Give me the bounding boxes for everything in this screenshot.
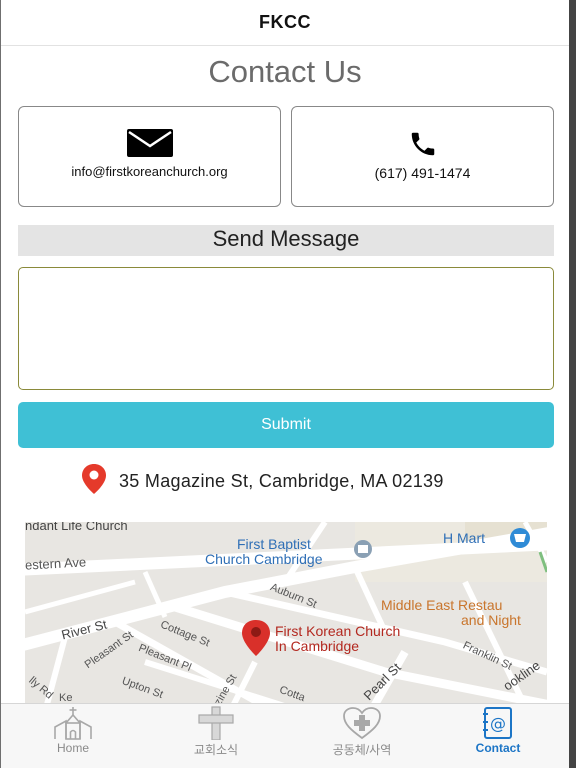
submit-button[interactable]: Submit [18,402,554,448]
address-text: 35 Magazine St, Cambridge, MA 02139 [119,470,444,491]
app-title: FKCC [259,12,311,32]
map-view[interactable]: ndant Life Church First Baptist Church C… [25,522,547,706]
map-label-middle-east-2: and Night [461,612,521,628]
phone-icon [292,129,553,159]
cross-icon [161,706,271,740]
map-label-hmart: H Mart [443,530,485,546]
contact-book-icon: @ [443,706,553,740]
map-label-middle-east: Middle East Restau [381,597,503,613]
map-label-first-korean-church: First Korean Church [275,623,401,639]
phone-number[interactable]: (617) 491-1474 [292,165,553,181]
tab-home-label: Home [56,741,89,755]
email-card[interactable]: info@firstkoreanchurch.org [18,106,281,207]
page-heading: Contact Us [208,54,362,89]
tab-home[interactable]: Home [18,704,128,768]
map-label-first-korean-church-2: In Cambridge [275,638,360,654]
tab-community-label: 공동체/사역 [332,743,392,757]
tab-church-news-label: 교회소식 [193,743,239,757]
message-input[interactable] [18,267,554,390]
top-navigation-bar: FKCC [1,0,569,46]
svg-text:@: @ [490,714,506,733]
tab-church-news[interactable]: 교회소식 [161,704,271,768]
bottom-tab-bar: Home 교회소식 공동체/사역 @ Contact [1,703,569,768]
location-pin-icon [81,463,107,499]
tab-contact-label: Contact [475,741,521,755]
map-label-first-baptist-2: Church Cambridge [205,551,323,567]
tab-contact[interactable]: @ Contact [443,704,553,768]
background-edge [569,0,576,768]
heart-cross-icon [307,706,417,740]
phone-card[interactable]: (617) 491-1474 [291,106,554,207]
church-icon [18,706,128,740]
envelope-icon [19,129,280,157]
app-window: FKCC Contact Us info@firstkoreanchurch.o… [1,0,569,768]
tab-community[interactable]: 공동체/사역 [307,704,417,768]
address-row: 35 Magazine St, Cambridge, MA 02139 [81,463,444,499]
email-address[interactable]: info@firstkoreanchurch.org [19,164,280,179]
map-label-abundant-life: ndant Life Church [25,522,128,533]
send-message-header: Send Message [18,225,554,256]
map-label-first-baptist: First Baptist [237,536,311,552]
map-label-western-ave: estern Ave [25,554,87,573]
